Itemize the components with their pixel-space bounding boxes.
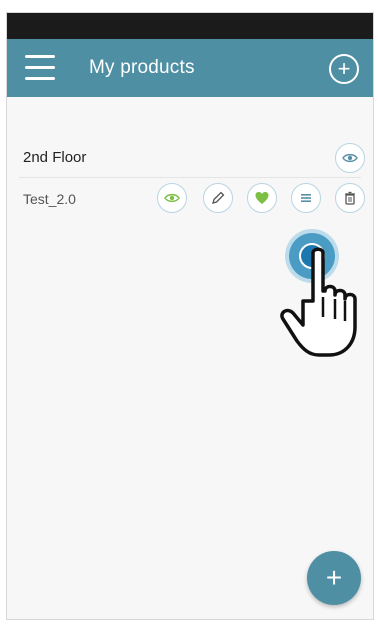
- trash-icon: [345, 191, 355, 205]
- product-label: Test_2.0: [23, 191, 76, 207]
- add-button[interactable]: +: [307, 551, 361, 605]
- floor-label: 2nd Floor: [23, 149, 87, 166]
- add-product-button[interactable]: +: [329, 54, 359, 84]
- eye-icon: [164, 193, 180, 203]
- phone-screen: My products + 2nd Floor Test_2.0 +: [6, 12, 374, 620]
- status-bar: [7, 13, 373, 39]
- pencil-icon: [212, 191, 225, 204]
- product-list: 2nd Floor Test_2.0 +: [7, 97, 373, 619]
- delete-button[interactable]: [335, 183, 365, 213]
- hamburger-menu-icon[interactable]: [25, 55, 55, 81]
- heart-icon: [255, 192, 269, 204]
- details-button[interactable]: [291, 183, 321, 213]
- plus-icon: +: [325, 562, 343, 593]
- floor-row[interactable]: 2nd Floor: [19, 139, 365, 178]
- floor-view-button[interactable]: [335, 143, 365, 173]
- list-icon: [301, 194, 311, 202]
- page-title: My products: [89, 57, 195, 78]
- edit-button[interactable]: [203, 183, 233, 213]
- eye-icon: [342, 153, 358, 163]
- view-button[interactable]: [157, 183, 187, 213]
- app-bar: My products +: [7, 39, 373, 97]
- favorite-button[interactable]: [247, 183, 277, 213]
- pointing-hand-icon: [280, 247, 357, 357]
- list-item[interactable]: Test_2.0: [7, 179, 373, 215]
- plus-circle-icon: +: [337, 56, 351, 81]
